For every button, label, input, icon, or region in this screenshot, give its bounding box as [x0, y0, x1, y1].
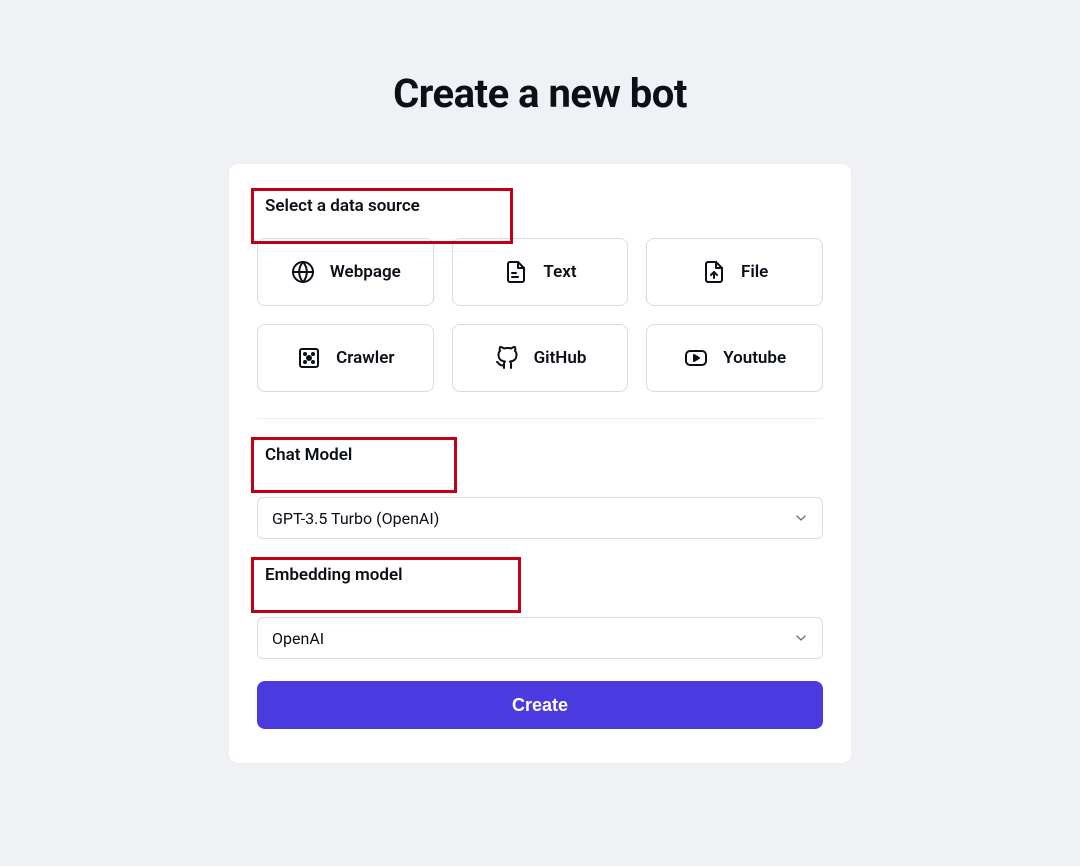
- source-youtube-label: Youtube: [723, 348, 786, 368]
- highlight-embedding-model: Embedding model: [257, 561, 411, 607]
- chat-model-select-wrap: GPT-3.5 Turbo (OpenAI): [257, 497, 823, 539]
- page-container: Create a new bot Select a data source We…: [20, 20, 1060, 866]
- source-crawler[interactable]: Crawler: [257, 324, 434, 392]
- source-webpage-label: Webpage: [330, 262, 401, 282]
- chat-model-field: Chat Model GPT-3.5 Turbo (OpenAI): [257, 441, 823, 539]
- globe-icon: [290, 259, 316, 285]
- label-chat-model: Chat Model: [257, 441, 360, 469]
- source-youtube[interactable]: Youtube: [646, 324, 823, 392]
- source-file[interactable]: File: [646, 238, 823, 306]
- chat-model-value: GPT-3.5 Turbo (OpenAI): [272, 509, 439, 528]
- label-data-source: Select a data source: [257, 192, 428, 220]
- chat-model-select[interactable]: GPT-3.5 Turbo (OpenAI): [257, 497, 823, 539]
- highlight-data-source: Select a data source: [257, 192, 428, 238]
- divider: [257, 418, 823, 419]
- source-file-label: File: [741, 262, 768, 282]
- embedding-model-field: Embedding model OpenAI: [257, 561, 823, 659]
- highlight-chat-model: Chat Model: [257, 441, 360, 487]
- source-github-label: GitHub: [534, 348, 587, 368]
- source-webpage[interactable]: Webpage: [257, 238, 434, 306]
- create-button[interactable]: Create: [257, 681, 823, 729]
- source-text[interactable]: Text: [452, 238, 629, 306]
- source-text-label: Text: [543, 262, 576, 282]
- source-github[interactable]: GitHub: [452, 324, 629, 392]
- embedding-model-select[interactable]: OpenAI: [257, 617, 823, 659]
- data-source-grid: Webpage Text: [257, 238, 823, 392]
- file-upload-icon: [701, 259, 727, 285]
- embedding-model-value: OpenAI: [272, 629, 324, 648]
- label-embedding-model: Embedding model: [257, 561, 411, 589]
- crawler-icon: [296, 345, 322, 371]
- create-bot-card: Select a data source Webpage: [228, 163, 852, 764]
- page-title: Create a new bot: [60, 70, 1020, 117]
- embedding-model-select-wrap: OpenAI: [257, 617, 823, 659]
- source-crawler-label: Crawler: [336, 348, 394, 368]
- youtube-icon: [683, 345, 709, 371]
- file-text-icon: [503, 259, 529, 285]
- github-icon: [494, 345, 520, 371]
